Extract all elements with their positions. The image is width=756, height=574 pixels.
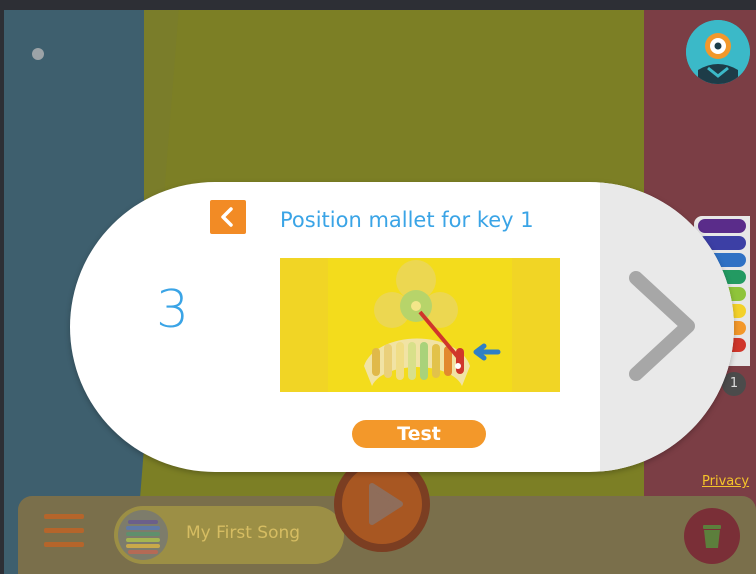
song-selector[interactable]: My First Song bbox=[114, 506, 344, 564]
chevron-left-icon bbox=[221, 207, 233, 227]
test-button[interactable]: Test bbox=[352, 420, 486, 448]
privacy-link[interactable]: Privacy bbox=[702, 474, 749, 489]
status-dot bbox=[32, 48, 44, 60]
play-button-inner bbox=[342, 464, 422, 544]
dialog-title: Position mallet for key 1 bbox=[280, 208, 534, 232]
tutorial-dialog: 3 Position mallet for key 1 Test bbox=[70, 182, 734, 472]
trash-graphic bbox=[703, 525, 721, 548]
song-xylophone-icon bbox=[118, 510, 168, 560]
song-thumb-graphic bbox=[126, 520, 160, 554]
hamburger-menu-icon[interactable] bbox=[44, 514, 84, 554]
mallet-position-image bbox=[280, 258, 560, 392]
menu-line bbox=[44, 514, 84, 519]
xylophone-mallet-illustration bbox=[280, 258, 560, 392]
song-title: My First Song bbox=[186, 523, 301, 543]
chevron-right-icon bbox=[629, 271, 695, 381]
next-step-button[interactable] bbox=[600, 182, 734, 472]
menu-line bbox=[44, 542, 84, 547]
robot-avatar-graphic bbox=[686, 20, 750, 84]
back-button[interactable] bbox=[210, 200, 246, 234]
app-screen: 1 Privacy My First Song 3 Position malle… bbox=[4, 10, 756, 574]
menu-line bbox=[44, 528, 84, 533]
robot-avatar-icon[interactable] bbox=[686, 20, 750, 84]
trash-icon[interactable] bbox=[684, 508, 740, 564]
step-number: 3 bbox=[156, 280, 190, 340]
play-icon bbox=[369, 483, 403, 525]
